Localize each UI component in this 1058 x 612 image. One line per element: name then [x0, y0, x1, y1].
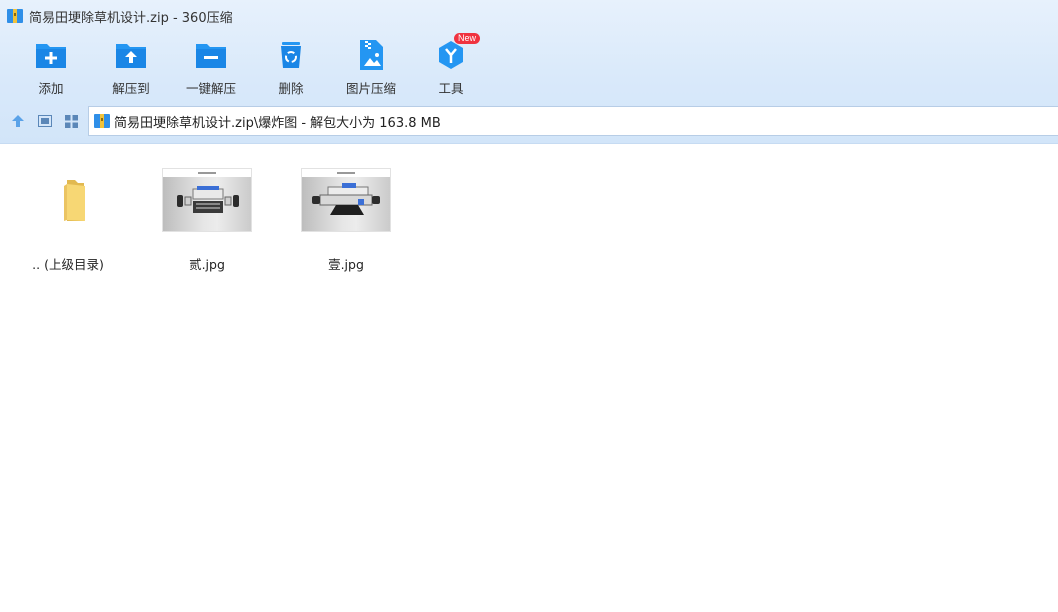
navigation-bar: 简易田埂除草机设计.zip\爆炸图 - 解包大小为 163.8 MB — [0, 106, 1058, 136]
add-button[interactable]: 添加 — [6, 36, 96, 98]
folder-one-click-extract-icon — [196, 44, 226, 68]
up-level-button[interactable] — [8, 111, 28, 131]
tools-label: 工具 — [438, 81, 464, 96]
file-item-er-jpg[interactable]: 贰.jpg — [147, 163, 267, 273]
folder-icon — [64, 180, 85, 221]
machine-image-icon — [312, 183, 380, 215]
tools-button[interactable]: New 工具 — [406, 33, 496, 98]
image-thumbnail — [162, 168, 252, 232]
add-label: 添加 — [38, 81, 64, 96]
recycle-bin-icon — [281, 42, 301, 68]
parent-folder-thumb — [23, 168, 113, 232]
extract-to-label: 解压到 — [112, 81, 150, 96]
file-area: .. (上级目录) 贰.jpg 壹.jpg — [0, 145, 1058, 612]
parent-folder-item[interactable]: .. (上级目录) — [8, 163, 128, 273]
title-bar: 简易田埂除草机设计.zip - 360压缩 — [0, 0, 1058, 32]
delete-button[interactable]: 删除 — [246, 36, 336, 98]
image-thumbnail — [301, 168, 391, 232]
image-compress-icon — [360, 40, 383, 70]
tools-icon-wrap: New — [434, 33, 481, 72]
one-click-extract-label: 一键解压 — [185, 81, 236, 96]
list-view-icon — [38, 115, 52, 127]
file-name: 壹.jpg — [328, 257, 364, 272]
one-click-extract-button[interactable]: 一键解压 — [166, 36, 256, 98]
folder-extract-icon — [116, 44, 146, 68]
folder-add-icon — [36, 44, 66, 68]
new-badge: New — [454, 33, 481, 44]
grid-view-icon — [64, 114, 78, 128]
machine-image-icon — [177, 186, 239, 213]
file-item-yi-jpg[interactable]: 壹.jpg — [286, 163, 406, 273]
thumbnail-view-button[interactable] — [61, 111, 81, 131]
top-chrome: 简易田埂除草机设计.zip - 360压缩 添加 解压到 一键解压 删除 图片压… — [0, 0, 1058, 144]
window-title: 简易田埂除草机设计.zip - 360压缩 — [29, 10, 233, 26]
archive-path-icon — [94, 114, 110, 128]
image-compress-label: 图片压缩 — [345, 81, 396, 96]
path-text: 简易田埂除草机设计.zip\爆炸图 - 解包大小为 163.8 MB — [114, 115, 441, 131]
extract-to-button[interactable]: 解压到 — [86, 36, 176, 98]
path-bar[interactable]: 简易田埂除草机设计.zip\爆炸图 - 解包大小为 163.8 MB — [88, 106, 1058, 136]
file-name: 贰.jpg — [189, 257, 225, 272]
toolbar: 添加 解压到 一键解压 删除 图片压缩 New 工具 — [0, 33, 1058, 98]
image-compress-button[interactable]: 图片压缩 — [326, 36, 416, 98]
file-name: .. (上级目录) — [32, 257, 104, 272]
archive-app-icon — [7, 9, 23, 23]
detail-view-button[interactable] — [35, 111, 55, 131]
arrow-up-icon — [12, 115, 24, 127]
delete-label: 删除 — [278, 81, 304, 96]
